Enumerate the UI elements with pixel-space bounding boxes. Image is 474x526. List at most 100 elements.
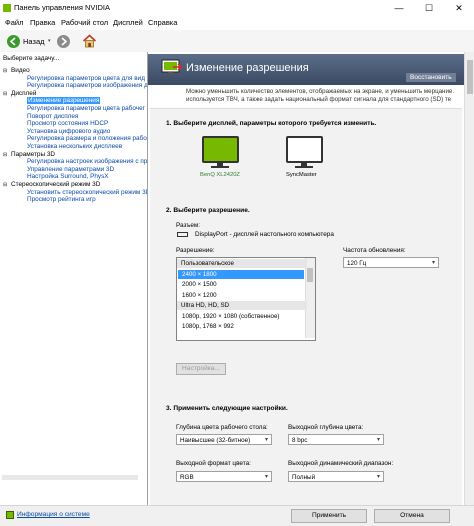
title-bar: Панель управления NVIDIA — ☐ ✕ [0, 0, 474, 16]
chevron-down-icon: ▾ [264, 437, 268, 443]
tree-category[interactable]: Стереоскопический режим 3D [11, 181, 100, 188]
output-color-depth-label: Выходной глубина цвета: [288, 424, 364, 431]
bottom-bar: Информация о системе Применить Отмена [0, 505, 474, 526]
chevron-down-icon: ▾ [264, 474, 268, 480]
color-format-value: RGB [180, 474, 194, 481]
tree-item[interactable]: Регулировка размера и положения рабоч [27, 135, 147, 142]
menu-desktop[interactable]: Рабочий стол [61, 18, 108, 27]
toolbar: Назад ▾ [0, 30, 474, 53]
forward-arrow-icon[interactable] [57, 35, 70, 48]
maximize-button[interactable]: ☐ [414, 0, 444, 16]
refresh-rate-select[interactable]: 120 Гц ▾ [343, 257, 439, 268]
tree-item[interactable]: Регулировка настроек изображения с пр [27, 158, 147, 165]
back-dropdown-icon[interactable]: ▾ [48, 38, 51, 44]
step-1-heading: 1. Выберите дисплей, параметры которого … [166, 120, 377, 127]
close-button[interactable]: ✕ [444, 0, 474, 16]
description-line-1: Можно уменьшить количество элементов, от… [186, 88, 455, 95]
color-format-select[interactable]: RGB ▾ [176, 471, 272, 482]
tree-item[interactable]: Установка нескольких дисплеев [27, 143, 122, 150]
resolution-label: Разрешение: [176, 247, 215, 254]
nvidia-logo-icon [3, 4, 11, 12]
resolution-option[interactable]: 2400 × 1800 [178, 269, 304, 279]
monitor-icon [202, 136, 239, 163]
resolution-option[interactable]: 1600 × 1200 [178, 291, 217, 300]
content-pane: Изменение разрешения Восстановить Можно … [148, 52, 464, 505]
collapse-icon[interactable]: ⊟ [3, 68, 7, 74]
step-3-heading: 3. Применить следующие настройки. [166, 405, 288, 412]
resolution-list-scrollbar[interactable] [305, 258, 315, 338]
menu-display[interactable]: Дисплей [113, 18, 143, 27]
customize-button[interactable]: Настройка... [176, 363, 226, 375]
tree-item[interactable]: Установка цифрового аудио [27, 128, 110, 135]
collapse-icon[interactable]: ⊟ [3, 91, 7, 97]
restore-defaults-link[interactable]: Восстановить [406, 73, 456, 82]
collapse-icon[interactable]: ⊟ [3, 152, 7, 158]
menu-edit[interactable]: Правка [30, 18, 55, 27]
description-line-2: используется ТВЧ, а также задать национа… [186, 96, 452, 103]
home-icon[interactable] [82, 34, 97, 48]
tree-item[interactable]: Регулировка параметров изображения д [27, 82, 147, 89]
display-benq-label: BenQ XL2420Z [200, 172, 240, 178]
tree-item[interactable]: Управление параметрами 3D [27, 166, 114, 173]
main-vertical-scrollbar[interactable] [464, 52, 474, 505]
back-arrow-icon[interactable] [7, 35, 20, 48]
tree-horizontal-scrollbar[interactable] [2, 475, 138, 480]
tree-item[interactable]: Установить стереоскопический режим 3D [27, 189, 147, 196]
chevron-down-icon: ▾ [376, 437, 380, 443]
tree-item[interactable]: Настройка Surround, PhysX [27, 173, 109, 180]
dynamic-range-select[interactable]: Полный ▾ [288, 471, 384, 482]
chevron-down-icon: ▾ [431, 260, 435, 266]
step-2-heading: 2. Выберите разрешение. [166, 207, 250, 214]
system-info-link[interactable]: Информация о системе [17, 511, 90, 518]
desktop-color-depth-value: Наивысшее (32-битное) [180, 437, 251, 444]
connector-value: DisplayPort - дисплей настольного компью… [195, 231, 334, 238]
scroll-thumb[interactable] [467, 60, 473, 94]
tree-item[interactable]: Регулировка параметров цвета для вид [27, 75, 145, 82]
dynamic-range-label: Выходной динамический диапазон: [288, 460, 394, 467]
display-settings-icon [161, 58, 183, 78]
tree-item[interactable]: Регулировка параметров цвета рабочег [27, 105, 145, 112]
collapse-icon[interactable]: ⊟ [3, 182, 7, 188]
display-benq[interactable]: BenQ XL2420Z [200, 136, 242, 180]
page-banner: Изменение разрешения Восстановить [148, 54, 464, 85]
back-button[interactable]: Назад [23, 37, 45, 46]
page-title: Изменение разрешения [186, 62, 309, 74]
tree-category[interactable]: Видео [11, 67, 30, 74]
task-tree-header: Выберите задачу... [3, 55, 60, 62]
cancel-button[interactable]: Отмена [374, 509, 450, 523]
resolution-group-header: Ultra HD, HD, SD [177, 301, 307, 310]
menu-help[interactable]: Справка [148, 18, 177, 27]
chevron-down-icon: ▾ [376, 474, 380, 480]
menu-file[interactable]: Файл [5, 18, 23, 27]
tree-item[interactable]: Просмотр состояния HDCP [27, 120, 108, 127]
monitor-base [295, 166, 313, 168]
settings-section: 1. Выберите дисплей, параметры которого … [150, 108, 462, 505]
refresh-rate-label: Частота обновления: [343, 247, 406, 254]
scroll-thumb[interactable] [307, 268, 313, 282]
tree-item[interactable]: Просмотр рейтинга игр [27, 196, 96, 203]
resolution-listbox[interactable]: Пользовательское 2400 × 1800 2000 × 1500 16… [176, 257, 316, 341]
monitor-base [211, 166, 229, 168]
refresh-rate-value: 120 Гц [347, 260, 367, 267]
resolution-option[interactable]: 1080p, 1768 × 992 [178, 322, 234, 331]
display-syncmaster[interactable]: SyncMaster [284, 136, 326, 180]
display-syncmaster-label: SyncMaster [286, 172, 317, 178]
displayport-icon [177, 232, 188, 237]
minimize-button[interactable]: — [384, 0, 414, 16]
desktop-color-depth-select[interactable]: Наивысшее (32-битное) ▾ [176, 434, 272, 445]
output-color-depth-value: 8 bpc [292, 437, 308, 444]
resolution-option[interactable]: 1080p, 1920 × 1080 (собственное) [178, 312, 279, 321]
tree-category[interactable]: Параметры 3D [11, 151, 55, 158]
apply-button[interactable]: Применить [291, 509, 367, 523]
tree-item[interactable]: Изменение разрешения [27, 97, 101, 105]
system-info-icon [6, 511, 14, 519]
dynamic-range-value: Полный [292, 474, 316, 481]
output-color-depth-select[interactable]: 8 bpc ▾ [288, 434, 384, 445]
task-tree-pane: Выберите задачу... ⊟ Видео Регулировка пар… [0, 52, 148, 505]
resolution-option[interactable]: 2000 × 1500 [178, 280, 217, 289]
connector-label: Разъем: [176, 222, 201, 229]
resolution-group-header: Пользовательское [177, 259, 307, 268]
window-title: Панель управления NVIDIA [14, 3, 110, 12]
tree-category[interactable]: Дисплей [11, 90, 36, 97]
tree-item[interactable]: Поворот дисплея [27, 113, 78, 120]
